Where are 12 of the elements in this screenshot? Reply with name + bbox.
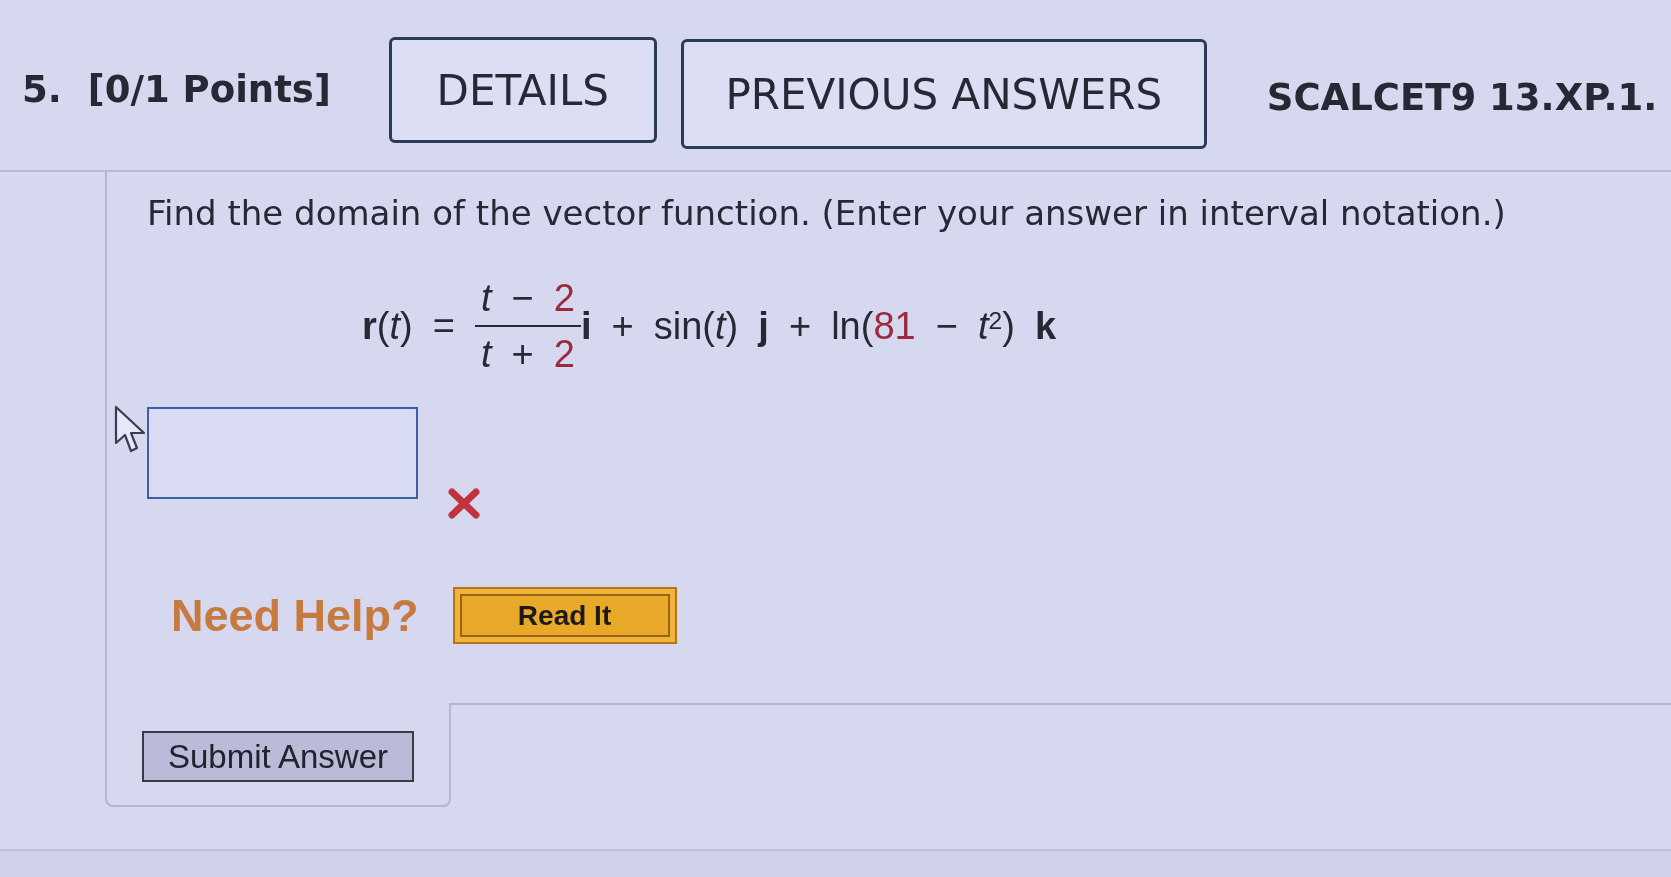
header-button[interactable]: DETAILS	[388, 37, 657, 143]
answer-field[interactable]	[147, 407, 418, 499]
question-number: 5.	[22, 67, 62, 114]
points-label: [0/1 Points]	[87, 67, 331, 114]
question-prompt: Find the domain of the vector function. (Enter your answer in interval notation.)	[147, 192, 1506, 235]
submit-answer-button[interactable]: Submit Answer	[142, 731, 414, 782]
mouse-pointer-icon	[114, 405, 146, 455]
need-help-label: Need Help?	[171, 589, 419, 643]
header-button[interactable]: PREVIOUS ANSWERS	[680, 39, 1207, 149]
problem-code: SCALCET9 13.XP.1.	[1266, 75, 1658, 122]
read-it-button[interactable]: Read It	[452, 587, 677, 645]
math-formula: r(t) = t − 2 t + 2 i + sin(t) j + ln(81 − t$^{2}$) k	[362, 279, 1057, 373]
